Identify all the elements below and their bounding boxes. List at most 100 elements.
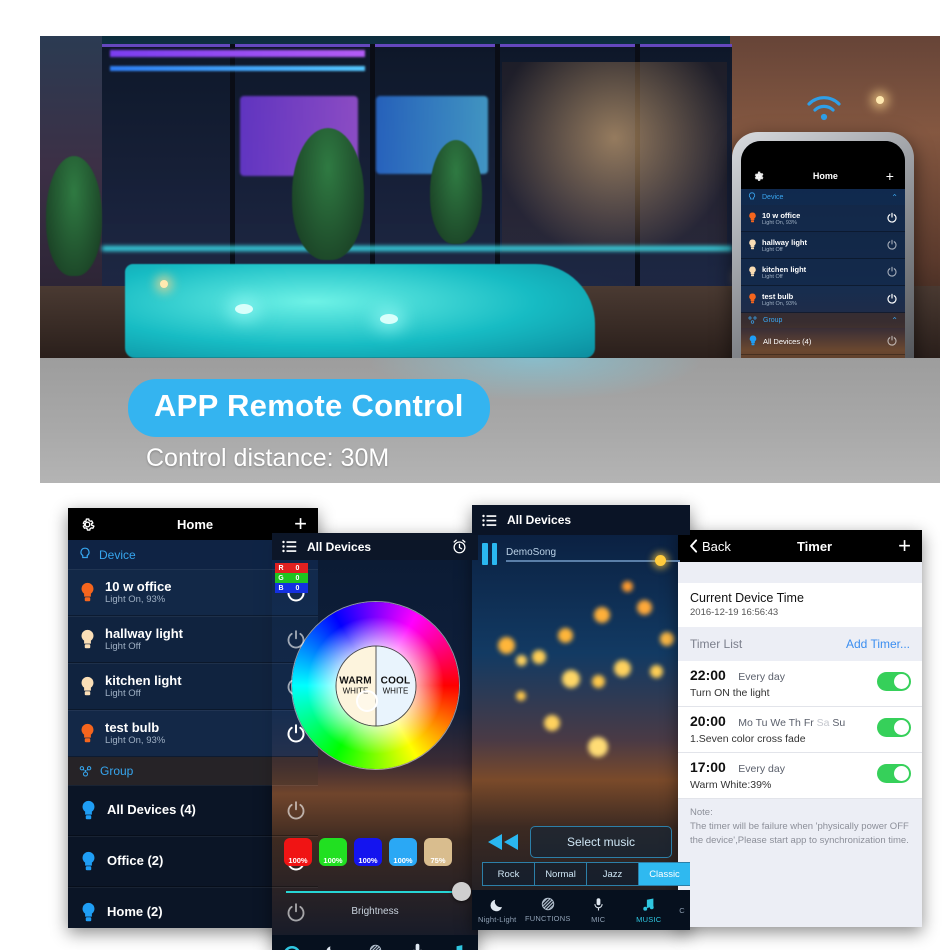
swatch-blue[interactable]: 100% xyxy=(354,838,382,866)
device-status: Light Off xyxy=(105,688,141,700)
list-menu-icon[interactable] xyxy=(482,514,497,527)
tab-colors-partial[interactable]: C xyxy=(674,906,690,915)
timer-list-label: Timer List xyxy=(690,637,743,651)
colors-nav-bar: All Devices xyxy=(272,533,478,560)
preset-jazz[interactable]: Jazz xyxy=(586,862,638,886)
tab-functions[interactable]: FUNCTIONS xyxy=(352,944,398,950)
tab-night-light[interactable]: Night-Light xyxy=(472,897,523,924)
plus-icon[interactable]: + xyxy=(886,169,894,183)
rewind-icon[interactable] xyxy=(486,832,520,852)
phone-device-row[interactable]: test bulb Light On, 93% xyxy=(741,286,905,313)
rgb-g-value: 0 xyxy=(295,574,300,582)
wifi-icon xyxy=(807,96,841,121)
rgb-r-label: R xyxy=(278,564,284,572)
swatch-warmwhite[interactable]: 75% xyxy=(424,838,452,866)
song-progress-track[interactable] xyxy=(506,554,680,566)
timer-row[interactable]: 17:00 Every day Warm White:39% xyxy=(678,753,922,799)
neon-strip xyxy=(102,246,732,251)
timer-days: Mo Tu We Th Fr Sa Su xyxy=(738,717,846,729)
back-button[interactable]: Back xyxy=(689,539,731,554)
swatch-red[interactable]: 100% xyxy=(284,838,312,866)
window-mullion xyxy=(230,44,235,294)
banner-title-pill: APP Remote Control xyxy=(128,379,490,437)
phone-group-row[interactable]: All Devices (4) xyxy=(741,328,905,355)
warm-white-line1: WARM xyxy=(339,675,372,687)
swatch-label: 100% xyxy=(323,856,343,865)
music-nav-title: All Devices xyxy=(507,513,572,527)
rgb-g-label: G xyxy=(278,574,284,582)
power-button[interactable] xyxy=(886,293,898,305)
device-status: Light On, 93% xyxy=(105,594,166,606)
preset-rock[interactable]: Rock xyxy=(482,862,534,886)
white-mode-selector[interactable]: WARM WHITE COOL WHITE xyxy=(335,645,416,726)
color-wheel[interactable]: WARM WHITE COOL WHITE xyxy=(292,602,459,769)
rgb-row-blue: B 0 xyxy=(275,583,308,593)
power-button[interactable] xyxy=(886,239,898,251)
color-wheel-knob[interactable] xyxy=(356,690,378,712)
hero-photo: Home + Device ⌃ 10 w office Light On, 93… xyxy=(40,36,940,358)
phone-device-row[interactable]: hallway light Light Off xyxy=(741,232,905,259)
colors-content: R 0 G 0 B 0 WARM WHITE COOL WHITE 100% 1… xyxy=(272,560,478,950)
tab-music[interactable]: MUSIC xyxy=(438,944,478,950)
phone-section-label: Device xyxy=(762,193,784,201)
brightness-slider-track[interactable] xyxy=(286,891,464,893)
list-menu-icon[interactable] xyxy=(282,540,297,553)
phone-device-status: Light Off xyxy=(762,273,783,280)
tab-mic[interactable]: MIC xyxy=(398,943,438,950)
cool-white-half[interactable]: COOL WHITE xyxy=(375,646,415,725)
timer-toggle[interactable] xyxy=(877,718,911,737)
brightness-slider-knob[interactable] xyxy=(452,882,471,901)
pool-light xyxy=(380,314,398,324)
preset-classic[interactable]: Classic xyxy=(638,862,690,886)
tab-label: MUSIC xyxy=(636,914,662,924)
timer-toggle[interactable] xyxy=(877,672,911,691)
timer-row[interactable]: 22:00 Every day Turn ON the light xyxy=(678,661,922,707)
tab-music[interactable]: MUSIC xyxy=(624,897,675,924)
chevron-up-icon[interactable]: ⌃ xyxy=(891,316,898,325)
tab-colors[interactable]: COLORS xyxy=(272,945,312,950)
timer-note: Note: The timer will be failure when 'ph… xyxy=(678,799,922,855)
timer-row[interactable]: 20:00 Mo Tu We Th Fr Sa Su 1.Seven color… xyxy=(678,707,922,753)
tab-mic[interactable]: MIC xyxy=(573,897,624,924)
timer-toggle[interactable] xyxy=(877,764,911,783)
phone-mockup: Home + Device ⌃ 10 w office Light On, 93… xyxy=(732,132,914,358)
moon-icon xyxy=(326,945,331,950)
phone-device-row[interactable]: kitchen light Light Off xyxy=(741,259,905,286)
phone-device-row[interactable]: 10 w office Light On, 93% xyxy=(741,205,905,232)
power-button[interactable] xyxy=(886,335,898,347)
warm-white-half[interactable]: WARM WHITE xyxy=(336,646,375,725)
phone-device-name: test bulb xyxy=(762,291,794,301)
music-content: DemoSong Select music Rock Normal Jazz C… xyxy=(472,535,690,930)
select-music-button[interactable]: Select music xyxy=(530,826,672,858)
phone-section-group[interactable]: Group ⌃ xyxy=(741,313,905,328)
song-progress-knob[interactable] xyxy=(655,554,666,566)
tab-night-light[interactable]: Night-Light xyxy=(312,944,352,950)
section-label: Group xyxy=(100,764,134,778)
pause-icon[interactable] xyxy=(482,543,497,565)
device-name: 10 w office xyxy=(105,578,172,594)
add-timer-button[interactable]: Add Timer... xyxy=(846,637,910,651)
gear-icon[interactable] xyxy=(752,170,765,183)
moon-icon xyxy=(490,899,502,911)
tab-functions[interactable]: FUNCTIONS xyxy=(523,897,574,923)
rgb-row-red: R 0 xyxy=(275,563,308,573)
bulb-icon xyxy=(81,582,94,601)
chevron-up-icon[interactable]: ⌃ xyxy=(891,193,898,202)
rgb-b-value: 0 xyxy=(295,584,300,592)
plus-icon[interactable]: + xyxy=(898,535,911,557)
plus-icon[interactable]: + xyxy=(294,513,307,535)
phone-screen: Home + Device ⌃ 10 w office Light On, 93… xyxy=(741,141,905,358)
phone-section-device[interactable]: Device ⌃ xyxy=(741,189,905,205)
gear-icon[interactable] xyxy=(79,516,96,533)
swatch-lightblue[interactable]: 100% xyxy=(389,838,417,866)
power-button[interactable] xyxy=(886,266,898,278)
bulb-icon xyxy=(81,723,94,742)
swatch-green[interactable]: 100% xyxy=(319,838,347,866)
bulb-outline-icon xyxy=(748,192,756,200)
timer-days: Every day xyxy=(738,671,785,683)
power-button[interactable] xyxy=(886,212,898,224)
tab-label: C xyxy=(679,905,685,915)
alarm-clock-icon[interactable] xyxy=(451,538,468,555)
phone-section-label: Group xyxy=(763,317,783,324)
preset-normal[interactable]: Normal xyxy=(534,862,586,886)
